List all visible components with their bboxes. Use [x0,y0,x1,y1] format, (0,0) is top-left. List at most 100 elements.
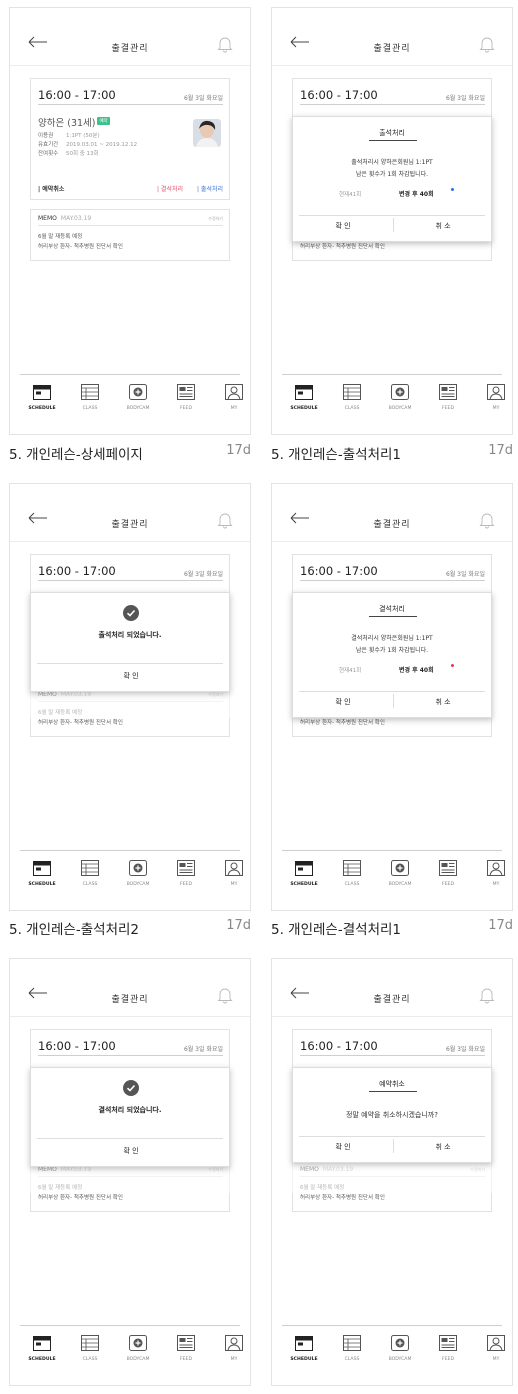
cancel-button[interactable]: 취 소 [393,221,493,231]
tab-schedule[interactable]: SCHEDULE [20,851,64,899]
divider [369,616,417,617]
confirm-button[interactable]: 확 인 [293,697,393,707]
tab-bodycam[interactable]: BODYCAM [378,1326,422,1374]
confirm-button[interactable]: 확 인 [81,1146,181,1156]
screen-detail: 출결관리 16:00 - 17:00 6월 3일 화요일 양하은 (31세) 예약… [9,7,251,435]
tab-class[interactable]: CLASS [68,851,112,899]
camera-plus-icon [129,384,147,400]
lesson-actions: | 예약취소 | 결석처리 | 출석처리 [31,184,229,196]
tab-class[interactable]: CLASS [330,851,374,899]
cancel-reservation-button[interactable]: | 예약취소 [38,184,64,193]
tab-label: SCHEDULE [290,1357,318,1362]
tab-my[interactable]: MY [474,375,512,423]
tab-feed[interactable]: FEED [426,851,470,899]
tab-label: FEED [442,406,454,411]
tab-label: MY [230,406,238,411]
user-icon [225,860,243,876]
bottom-tab-bar: SCHEDULE CLASS BODYCAM FEED MY [282,374,505,423]
caption-title: 5. 개인레슨-상세페이지 [9,447,143,463]
dialog-question: 정말 예약을 취소하시겠습니까? [346,1111,438,1119]
tab-schedule[interactable]: SCHEDULE [20,1326,64,1374]
tab-my[interactable]: MY [474,851,512,899]
ticket-label: 이용권 [38,133,54,139]
bell-icon[interactable] [479,511,495,529]
tab-feed[interactable]: FEED [426,375,470,423]
caption-age: 17d [488,443,513,458]
tab-schedule[interactable]: SCHEDULE [282,851,326,899]
tab-class[interactable]: CLASS [330,1326,374,1374]
calendar-icon [33,1336,51,1351]
tab-schedule[interactable]: SCHEDULE [282,375,326,423]
user-icon [225,1335,243,1351]
tab-class[interactable]: CLASS [68,375,112,423]
bell-icon[interactable] [217,986,233,1004]
divider [38,580,223,581]
tab-feed[interactable]: FEED [426,1326,470,1374]
tab-schedule[interactable]: SCHEDULE [20,375,64,423]
screen-attend-2: 출결관리 16:00 - 17:00 6월 3일 화요일 양하은 (31세)예약… [9,483,251,911]
tab-feed[interactable]: FEED [164,851,208,899]
confirm-button[interactable]: 확 인 [293,221,393,231]
bell-icon[interactable] [479,986,495,1004]
memo-edit-button[interactable]: 수정하기 [208,216,223,222]
tab-my[interactable]: MY [212,1326,250,1374]
camera-plus-icon [129,1335,147,1351]
tab-label: BODYCAM [388,882,412,887]
tab-bodycam[interactable]: BODYCAM [378,851,422,899]
tab-bodycam[interactable]: BODYCAM [116,851,160,899]
tab-label: MY [492,1357,500,1362]
tab-my[interactable]: MY [474,1326,512,1374]
tab-label: CLASS [344,1357,360,1362]
lesson-time: 16:00 - 17:00 [38,564,116,578]
tab-my[interactable]: MY [212,851,250,899]
ticket-value: 1:1PT (50분) [66,133,100,139]
mark-absent-button[interactable]: | 결석처리 [157,184,183,193]
tab-label: BODYCAM [388,406,412,411]
bottom-tab-bar: SCHEDULE CLASS BODYCAM FEED MY [20,1325,243,1374]
memo-header: MEMOMAY.03.19 [38,215,91,222]
divider [299,215,485,216]
tab-label: SCHEDULE [28,406,56,411]
reservation-badge: 예약 [97,116,110,125]
done-message: 출석처리 되었습니다. [98,631,162,639]
lesson-date: 6월 3일 화요일 [445,1046,485,1053]
cancel-button[interactable]: 취 소 [393,697,493,707]
content-area: 16:00 - 17:00 6월 3일 화요일 양하은 (31세)예약 이용권 1… [30,78,230,261]
camera-plus-icon [391,860,409,876]
tab-class[interactable]: CLASS [330,375,374,423]
feed-icon [439,860,457,876]
feed-icon [177,860,195,876]
dialog-title: 결석처리 [379,605,405,613]
confirm-button[interactable]: 확 인 [293,1142,393,1152]
page-title: 출결관리 [373,44,411,54]
tab-class[interactable]: CLASS [68,1326,112,1374]
screen-attend-1: 출결관리 16:00 - 17:00 6월 3일 화요일 양하은 (31세)예약… [271,7,513,435]
tab-bodycam[interactable]: BODYCAM [116,1326,160,1374]
top-bar: 출결관리 [272,484,512,542]
bell-icon[interactable] [217,35,233,53]
screen-caption: 5. 개인레슨-상세페이지 17d [9,443,251,463]
confirm-button[interactable]: 확 인 [81,671,181,681]
bell-icon[interactable] [479,35,495,53]
screen-absent-2: 출결관리 16:00 - 17:00 6월 3일 화요일 양하은 (31세)예약… [9,958,251,1386]
dialog-line-2: 남은 횟수가 1회 차감됩니다. [355,647,429,654]
tab-schedule[interactable]: SCHEDULE [282,1326,326,1374]
bell-icon[interactable] [217,511,233,529]
feed-icon [439,384,457,400]
tab-label: CLASS [82,406,98,411]
tab-label: SCHEDULE [290,882,318,887]
cancel-button[interactable]: 취 소 [393,1142,493,1152]
lesson-date: 6월 3일 화요일 [183,571,223,578]
mark-attend-button[interactable]: | 출석처리 [197,184,223,193]
tab-bodycam[interactable]: BODYCAM [116,375,160,423]
screen-cancel-reservation: 출결관리 16:00 - 17:00 6월 3일 화요일 양하은 (31세)예약… [271,958,513,1386]
divider [300,1055,485,1056]
count-before: 현재41회 [339,668,362,674]
period-value: 2019.03.01 ~ 2019.12.12 [66,142,138,148]
feed-icon [177,384,195,400]
tab-feed[interactable]: FEED [164,375,208,423]
tab-bodycam[interactable]: BODYCAM [378,375,422,423]
tab-feed[interactable]: FEED [164,1326,208,1374]
tab-my[interactable]: MY [212,375,250,423]
bottom-tab-bar: SCHEDULE CLASS BODYCAM FEED MY [20,850,243,899]
